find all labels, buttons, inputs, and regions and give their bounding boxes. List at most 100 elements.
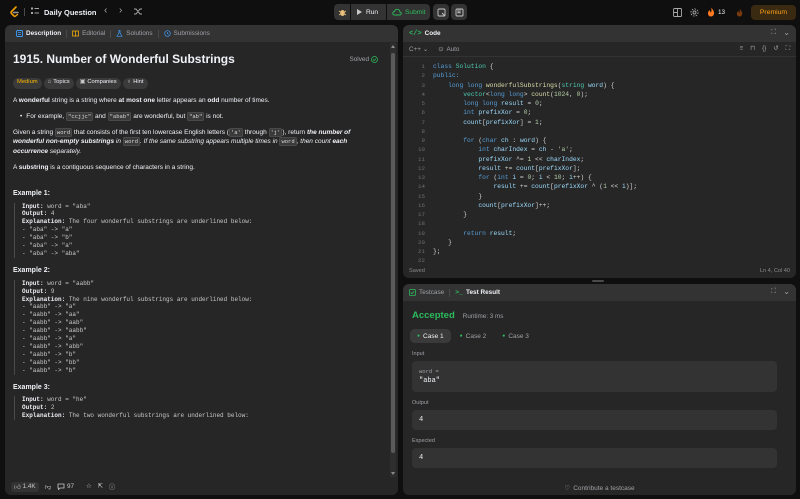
tab-description[interactable]: Description [11,25,66,42]
code-editor[interactable]: 1 class Solution {2 public: 3 long long won… [403,62,796,266]
tab-submissions[interactable]: Submissions [159,25,215,42]
case-1-button[interactable]: ● Case 1 [410,329,451,343]
hamburger-icon[interactable]: ≡ [739,45,743,53]
heart-icon: ♡ [564,485,571,492]
language-selector[interactable]: C++ ⌄ [409,46,428,53]
code-line: 7 count[prefixXor] = 1; [403,118,796,127]
scroll-thumb[interactable] [391,53,395,453]
prev-problem-icon[interactable]: ‹ [104,6,107,16]
pass-dot-icon: ● [502,333,506,339]
line-number: 19 [418,229,425,237]
example-block: Input: word = "aabb" Output: 9 Explanation… [14,279,382,375]
submit-button[interactable]: Submit [387,4,430,20]
thumbs-down-icon: 👎︎ [44,483,51,491]
tab-solutions[interactable]: Solutions [111,25,157,42]
solved-status: Solved [349,55,378,65]
code-token: ch [501,137,509,145]
code-token: ; [580,155,585,163]
line-number: 4 [421,90,425,98]
line-number: 12 [418,164,425,172]
example-title: Example 2: [13,266,50,274]
input-variable-name: word = [419,368,439,375]
code-token: ch [538,146,547,154]
tab-solutions-label: Solutions [126,30,153,37]
text-bold: substring [18,163,49,171]
collapse-icon[interactable]: ⌄ [783,28,790,37]
code-token: - [546,146,558,154]
premium-button[interactable]: Premium [751,5,796,20]
dislike-button[interactable]: 👎︎ [45,483,51,491]
text-italic: . If the same substring appears multiple… [140,138,280,146]
solved-label: Solved [349,56,369,63]
example-field-label: Output: [22,287,48,295]
maximize-icon[interactable]: ⛶ [771,288,776,296]
code-token: for [433,174,494,182]
code-line: 1 class Solution { [403,62,796,71]
text: are wonderful, but [131,112,188,120]
code-token: public: [433,72,460,80]
like-button[interactable]: 👍︎ 1.4K [11,481,39,492]
example-field-label: Output: [22,210,48,218]
reset-icon[interactable]: ↺ [773,45,778,53]
tab-code[interactable]: </> Code [409,25,446,42]
code-token: = [516,174,528,182]
scroll-down-arrow[interactable] [391,472,395,475]
problem-list-icon[interactable] [30,6,40,16]
streak-fire-icon[interactable] [707,7,715,17]
panel-splitter[interactable] [592,280,604,282]
lightbulb-icon: ♁ [126,79,132,86]
text-italic: , then count [296,138,333,146]
bullet-dot: • [20,112,23,120]
whiteboard-button[interactable] [451,4,467,20]
logo-icon[interactable] [9,6,20,18]
code-token: ) { [535,137,547,145]
companies-chip[interactable]: ▣ Companies [75,77,121,89]
tab-testcase[interactable]: Testcase [409,284,449,301]
result-tabs: Testcase >_ Test Result ⛶ ⌄ [403,284,796,301]
scroll-up-arrow[interactable] [391,45,395,48]
chevron-down-icon: ⌄ [422,45,429,53]
bug-icon [338,9,346,16]
output-value: 4 [419,416,424,424]
description-scrollbar[interactable] [390,43,396,477]
hint-chip[interactable]: ♁ Hint [122,77,148,89]
braces-icon[interactable]: {} [762,45,766,53]
topics-chip[interactable]: ⌂ Topics [43,77,74,89]
fullscreen-icon[interactable]: ⛶ [786,45,790,53]
case-3-button[interactable]: ● Case 3 [495,329,536,343]
code-token: )]; [625,183,638,191]
share-icon[interactable]: ⇱ [98,483,103,490]
bookmark-icon[interactable]: ⊓ [750,45,755,53]
text: that consists of the first ten lowercase… [72,128,229,136]
checkbox-icon [409,289,416,296]
layout-icon[interactable] [673,8,682,17]
page-title[interactable]: Daily Question [44,8,97,17]
star-icon[interactable]: ☆ [86,483,92,490]
collapse-icon[interactable]: ⌄ [783,287,790,296]
help-icon[interactable]: ⓘ [109,482,115,491]
text-italic: separately. [48,148,82,156]
run-label: Run [366,8,379,16]
line-number: 2 [421,72,425,80]
difficulty-badge[interactable]: Medium [13,77,42,89]
tab-testcase-label: Testcase [419,289,445,296]
example-line: Explanation: The two wonderful substring… [22,412,382,420]
maximize-icon[interactable]: ⛶ [771,29,776,37]
run-button[interactable]: Run [351,4,386,20]
code-token: 10 [553,174,562,182]
auto-toggle[interactable]: ⊙ Auto [438,46,459,53]
shuffle-icon[interactable] [133,7,143,16]
tab-test-result[interactable]: >_ Test Result [450,284,505,301]
example-field-value: The nine wonderful substrings are underl… [65,295,253,303]
next-problem-icon[interactable]: › [119,6,122,16]
code-line: 15 } [403,192,796,201]
notes-button[interactable] [433,4,449,20]
debug-button[interactable] [334,4,350,20]
tab-editorial[interactable]: Editorial [67,25,110,42]
settings-icon[interactable] [690,8,699,17]
case-2-button[interactable]: ● Case 2 [453,329,494,343]
contribute-testcase-button[interactable]: ♡ Contribute a testcase [403,484,796,493]
comments-button[interactable]: 97 [57,483,74,490]
code-token: { [489,63,494,71]
code-token: ; [561,174,570,182]
